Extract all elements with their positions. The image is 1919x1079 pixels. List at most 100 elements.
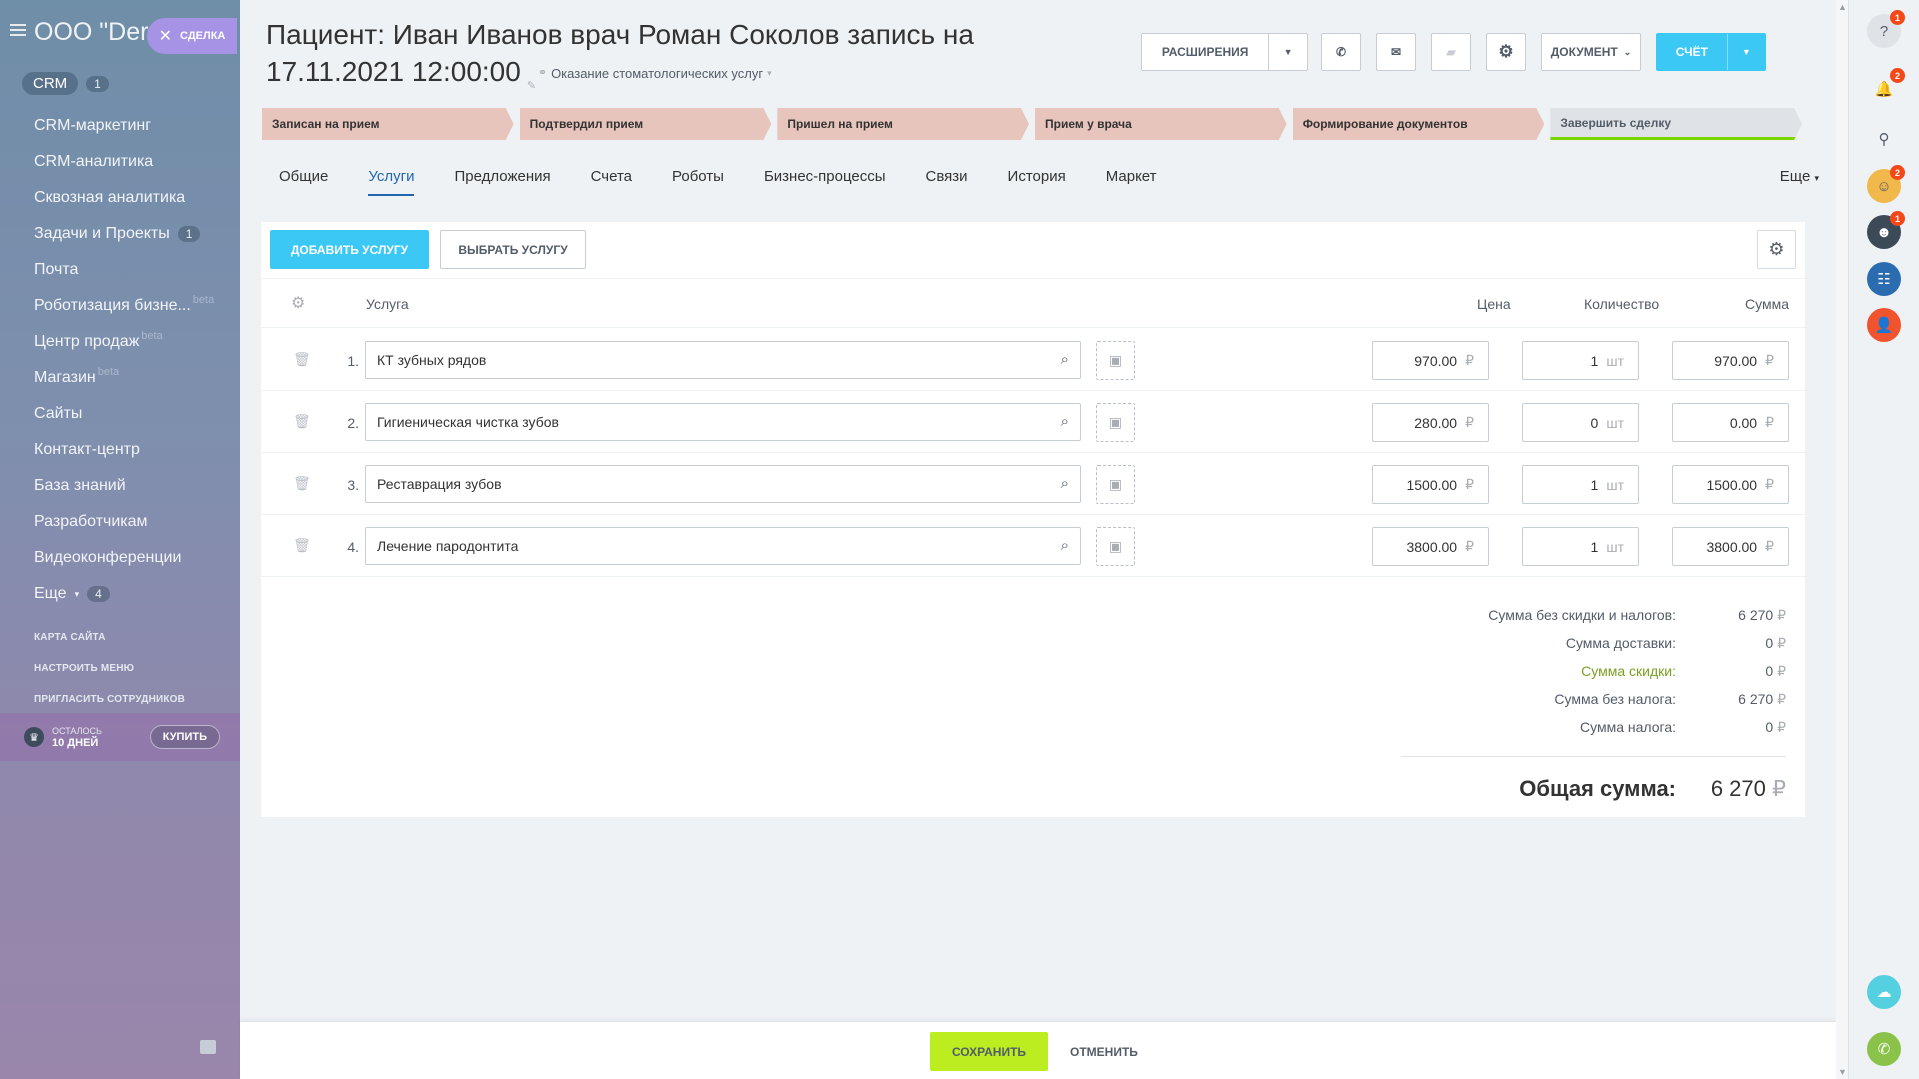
sidebar-item-more[interactable]: Еще ▾ 4 [34,576,234,612]
sidebar-item-sales-center[interactable]: Центр продаж beta [34,324,234,360]
sum-input[interactable]: 0.00 ₽ [1672,403,1789,442]
phone-button[interactable]: ✆ [1321,33,1361,71]
quantity-input[interactable]: 1 шт [1522,527,1639,566]
printer-icon[interactable] [200,1040,216,1054]
unit-label[interactable]: шт [1606,353,1624,369]
sidebar-item-end-to-end-analytics[interactable]: Сквозная аналитика [34,180,234,216]
trash-icon[interactable]: 🗑 [293,351,311,368]
extensions-button[interactable]: РАСШИРЕНИЯ ▼ [1141,33,1308,71]
configure-menu-link[interactable]: НАСТРОИТЬ МЕНЮ [34,663,234,674]
trash-icon[interactable]: 🗑 [293,413,311,430]
sidebar-item-video-conferences[interactable]: Видеоконференции [34,540,234,576]
close-icon[interactable]: ✕ [159,26,172,46]
image-placeholder-icon[interactable]: ▣ [1096,341,1135,380]
stage-confirmed[interactable]: Подтвердил прием [520,108,772,140]
sidebar-item-developers[interactable]: Разработчикам [34,504,234,540]
image-placeholder-icon[interactable]: ▣ [1096,527,1135,566]
search-icon[interactable]: ⚲ [1867,122,1901,156]
group-chat-icon[interactable]: ☷ [1867,262,1901,296]
search-icon[interactable]: ⌕ [1061,351,1069,368]
tab-robots[interactable]: Роботы [672,168,724,196]
trash-icon[interactable]: 🗑 [293,475,311,492]
tab-market[interactable]: Маркет [1106,168,1157,196]
price-input[interactable]: 1500.00 ₽ [1372,465,1489,504]
close-deal-tab[interactable]: ✕ СДЕЛКА [147,18,237,54]
unit-label[interactable]: шт [1606,477,1624,493]
price-input[interactable]: 3800.00 ₽ [1372,527,1489,566]
chevron-down-icon[interactable]: ▾ [767,68,772,78]
stage-at-doctor[interactable]: Прием у врача [1035,108,1287,140]
user-profile-icon[interactable]: 👤 [1867,308,1901,342]
chevron-down-icon[interactable]: ▼ [1838,1067,1847,1077]
sidebar-item-sites[interactable]: Сайты [34,396,234,432]
tabs-more-button[interactable]: Еще ▾ [1780,168,1819,185]
tab-relations[interactable]: Связи [926,168,968,196]
deal-category[interactable]: Оказание стоматологических услуг [551,66,763,81]
sidebar-item-crm-analytics[interactable]: CRM-аналитика [34,144,234,180]
sitemap-link[interactable]: КАРТА САЙТА [34,632,234,643]
sum-input[interactable]: 1500.00 ₽ [1672,465,1789,504]
bell-icon[interactable]: 🔔 2 [1867,68,1905,106]
sidebar-item-shop[interactable]: Магазин beta [34,360,234,396]
sidebar-item-knowledge-base[interactable]: База знаний [34,468,234,504]
pencil-icon[interactable]: ✎ [527,68,538,92]
tab-services[interactable]: Услуги [368,168,415,196]
sidebar-item-robotization[interactable]: Роботизация бизне... beta [34,288,234,324]
totals-label[interactable]: Сумма скидки: [1361,663,1676,679]
gear-icon[interactable]: ⚙ [291,293,305,313]
user-avatar-icon[interactable]: ☺ 2 [1867,165,1905,203]
sidebar-item-crm-marketing[interactable]: CRM-маркетинг [34,108,234,144]
sidebar-item-contact-center[interactable]: Контакт-центр [34,432,234,468]
sidebar-item-mail[interactable]: Почта [34,252,234,288]
quantity-input[interactable]: 1 шт [1522,341,1639,380]
sidebar-item-crm[interactable]: CRM 1 [22,72,109,95]
settings-button[interactable]: ⚙ [1486,33,1526,71]
service-name-input[interactable]: Реставрация зубов ⌕ [365,465,1081,503]
price-input[interactable]: 280.00 ₽ [1372,403,1489,442]
search-icon[interactable]: ⌕ [1061,475,1069,492]
email-button[interactable]: ✉ [1376,33,1416,71]
stage-documents[interactable]: Формирование документов [1293,108,1545,140]
crm-pill[interactable]: CRM [22,72,79,95]
link-icon[interactable]: ⚭ [538,67,547,79]
service-name-input[interactable]: Гигиеническая чистка зубов ⌕ [365,403,1081,441]
service-name-input[interactable]: КТ зубных рядов ⌕ [365,341,1081,379]
phone-icon[interactable]: ✆ [1867,1032,1901,1066]
trash-icon[interactable]: 🗑 [293,537,311,554]
help-icon[interactable]: ? 1 [1867,10,1905,48]
cancel-button[interactable]: ОТМЕНИТЬ [1060,1032,1148,1071]
tab-invoices[interactable]: Счета [591,168,632,196]
quantity-input[interactable]: 0 шт [1522,403,1639,442]
search-icon[interactable]: ⌕ [1061,537,1069,554]
chevron-up-icon[interactable]: ▲ [1838,2,1847,12]
service-name-input[interactable]: Лечение пародонтита ⌕ [365,527,1081,565]
stage-finish-deal[interactable]: Завершить сделку [1550,108,1802,140]
unit-label[interactable]: шт [1606,415,1624,431]
buy-button[interactable]: КУПИТЬ [149,725,220,749]
document-button[interactable]: ДОКУМЕНТ ⌄ [1541,33,1641,71]
save-button[interactable]: СОХРАНИТЬ [930,1032,1048,1071]
quantity-input[interactable]: 1 шт [1522,465,1639,504]
unit-label[interactable]: шт [1606,539,1624,555]
slider-scrollbar[interactable]: ▲ ▼ [1836,0,1848,1079]
chevron-down-icon[interactable]: ▼ [1269,47,1307,57]
sum-input[interactable]: 970.00 ₽ [1672,341,1789,380]
chevron-down-icon[interactable]: ▼ [1728,47,1765,57]
panel-settings-button[interactable]: ⚙ [1757,230,1796,269]
sidebar-item-tasks[interactable]: Задачи и Проекты 1 [34,216,234,252]
tab-offers[interactable]: Предложения [454,168,550,196]
user-avatar-icon[interactable]: ☻ 1 [1867,211,1905,249]
invite-employees-link[interactable]: ПРИГЛАСИТЬ СОТРУДНИКОВ [34,694,234,705]
select-service-button[interactable]: ВЫБРАТЬ УСЛУГУ [440,230,586,269]
image-placeholder-icon[interactable]: ▣ [1096,403,1135,442]
cloud-icon[interactable]: ☁ [1867,975,1901,1009]
tab-history[interactable]: История [1008,168,1066,196]
stage-registered[interactable]: Записан на прием [262,108,514,140]
image-placeholder-icon[interactable]: ▣ [1096,465,1135,504]
chat-button[interactable]: ▰ [1431,33,1471,71]
stage-arrived[interactable]: Пришел на прием [777,108,1029,140]
tab-general[interactable]: Общие [279,168,328,196]
price-input[interactable]: 970.00 ₽ [1372,341,1489,380]
tab-business-processes[interactable]: Бизнес-процессы [764,168,886,196]
company-name[interactable]: ООО "Der [34,18,148,47]
